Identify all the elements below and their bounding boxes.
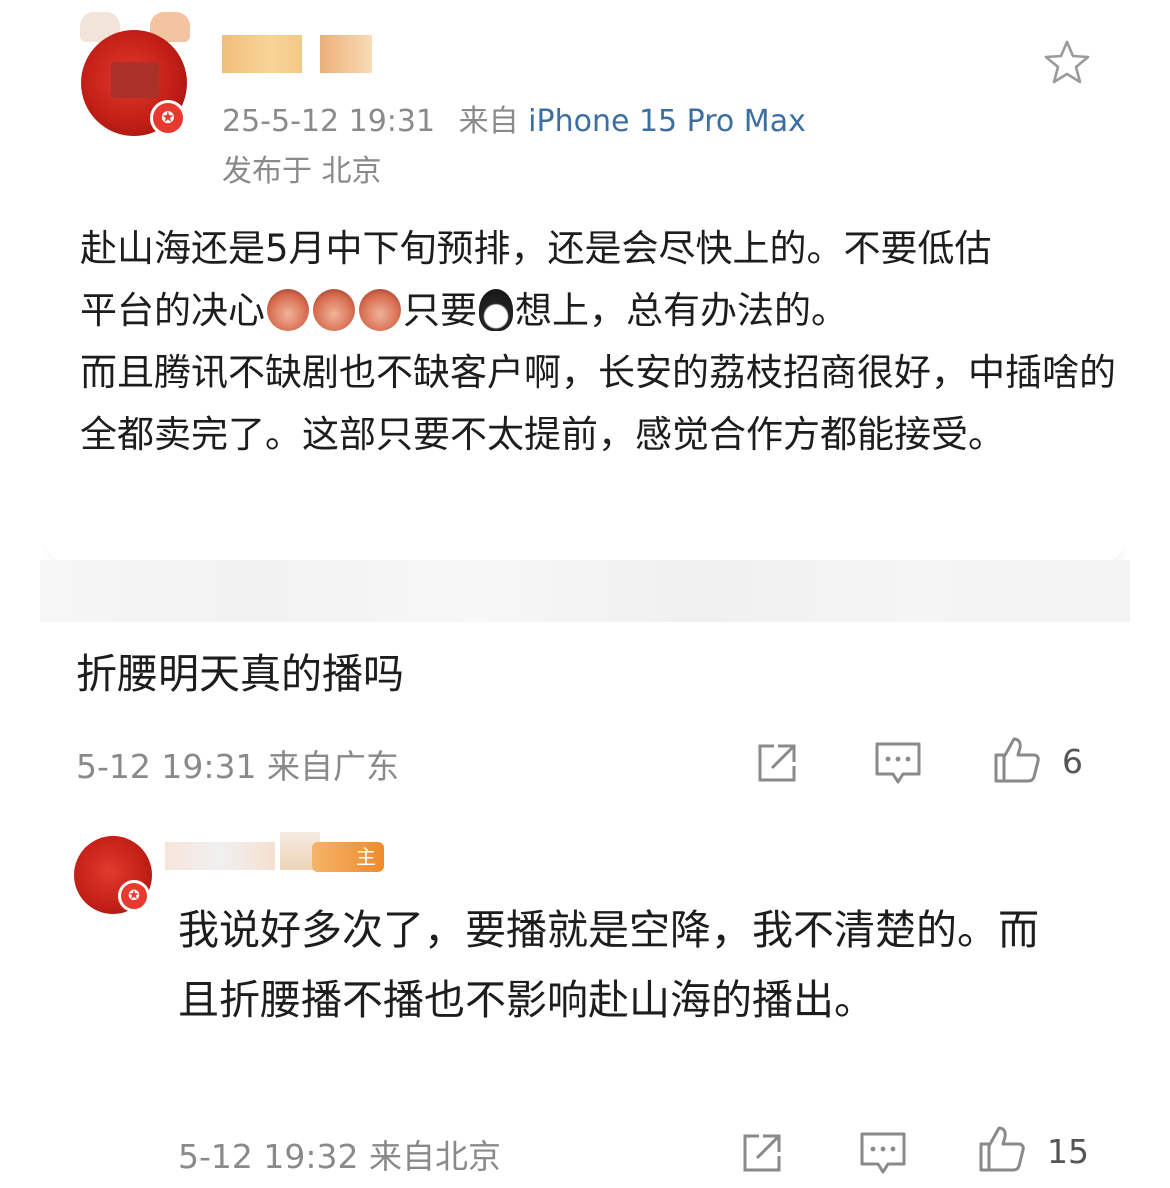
post-timestamp: 25-5-12 19:31 <box>222 104 436 139</box>
post-meta: 25-5-12 19:31 来自 iPhone 15 Pro Max <box>222 96 806 140</box>
card-divider <box>45 540 1125 562</box>
post-text-para2: 而且腾讯不缺剧也不缺客户啊，长安的荔枝招商很好，中插啥的全都卖完了。这部只要不太… <box>80 351 1116 456</box>
verified-badge-icon: ✪ <box>118 880 150 912</box>
blurred-content-band <box>40 560 1130 622</box>
post-author-avatar[interactable]: ✪ <box>78 12 190 136</box>
reply-text: 我说好多次了，要播就是空降，我不清楚的。而且折腰播不播也不影响赴山海的播出。 <box>178 906 1039 1024</box>
post-author-name-blur <box>320 35 372 73</box>
post-device-link[interactable]: iPhone 15 Pro Max <box>528 104 806 139</box>
reply-meta: 5-12 19:32 来自北京 <box>178 1137 501 1176</box>
post-text-line1: 赴山海还是5月中下旬预排，还是会尽快上的。不要低估 <box>80 227 992 270</box>
post-author-name[interactable] <box>222 35 302 73</box>
share-icon[interactable] <box>737 1128 787 1178</box>
like-count: 15 <box>1047 1132 1089 1171</box>
comment-meta: 5-12 19:31 来自广东 <box>76 747 399 786</box>
star-icon[interactable] <box>1042 38 1092 88</box>
emoji-face-icon <box>359 289 401 331</box>
author-badge: 主 <box>312 842 384 872</box>
emoji-face-icon <box>267 289 309 331</box>
penguin-emoji-icon <box>479 289 513 331</box>
share-icon[interactable] <box>752 738 802 788</box>
verified-badge-icon: ✪ <box>150 100 186 136</box>
reply-author-name[interactable] <box>165 842 275 870</box>
post-source-prefix: 来自 <box>458 104 519 139</box>
comment-icon[interactable] <box>858 1128 908 1178</box>
like-icon[interactable] <box>992 735 1042 785</box>
comment-icon[interactable] <box>873 738 923 788</box>
comment-text: 折腰明天真的播吗 <box>76 650 404 698</box>
post-location: 发布于 北京 <box>222 154 382 189</box>
post-body: 赴山海还是5月中下旬预排，还是会尽快上的。不要低估 平台的决心 只要 想上，总有办法… <box>80 218 1120 466</box>
post-text-line2: 平台的决心 只要 想上，总有办法的。 <box>80 289 848 332</box>
like-count: 6 <box>1062 742 1083 781</box>
emoji-face-icon <box>313 289 355 331</box>
like-icon[interactable] <box>977 1124 1027 1174</box>
